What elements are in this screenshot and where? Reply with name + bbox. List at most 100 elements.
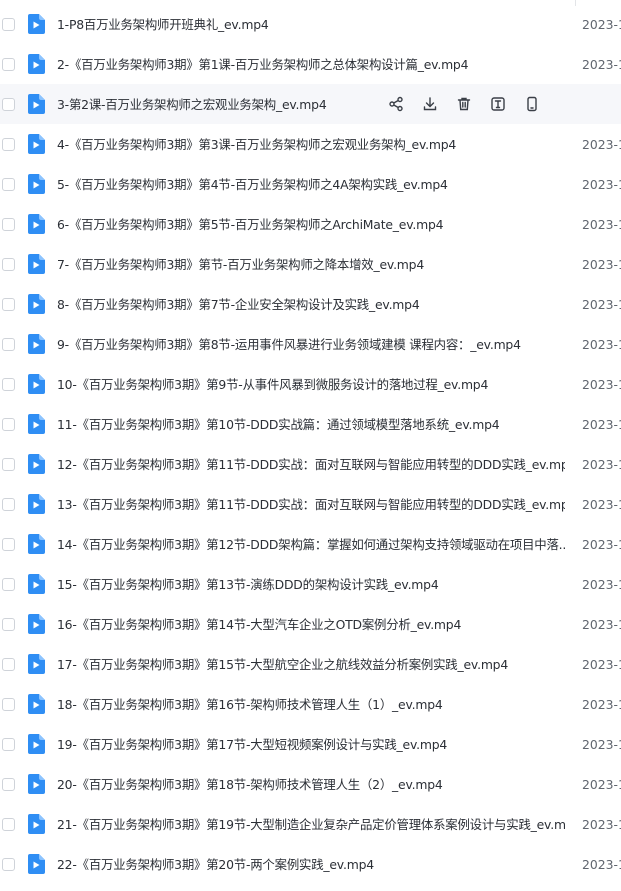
file-name[interactable]: 2-《百万业务架构师3期》第1课-百万业务架构师之总体架构设计篇_ev.mp4 — [57, 55, 565, 73]
file-date: 2023-1 — [582, 136, 621, 152]
file-name[interactable]: 7-《百万业务架构师3期》第节-百万业务架构师之降本增效_ev.mp4 — [57, 255, 565, 273]
file-row[interactable]: 12-《百万业务架构师3期》第11节-DDD实战：面对互联网与智能应用转型的DD… — [0, 444, 621, 484]
row-checkbox[interactable] — [2, 137, 15, 151]
file-name[interactable]: 13-《百万业务架构师3期》第11节-DDD实战：面对互联网与智能应用转型的DD… — [57, 495, 565, 513]
file-row[interactable]: 5-《百万业务架构师3期》第4节-百万业务架构师之4A架构实践_ev.mp4 2… — [0, 164, 621, 204]
file-date: 2023-1 — [582, 736, 621, 752]
file-date: 2023-1 — [582, 696, 621, 712]
row-checkbox[interactable] — [2, 257, 15, 271]
file-name[interactable]: 22-《百万业务架构师3期》第20节-两个案例实践_ev.mp4 — [57, 855, 565, 873]
file-date: 2023-1 — [582, 256, 621, 272]
file-row[interactable]: 2-《百万业务架构师3期》第1课-百万业务架构师之总体架构设计篇_ev.mp4 … — [0, 44, 621, 84]
row-checkbox[interactable] — [2, 817, 15, 831]
file-name[interactable]: 3-第2课-百万业务架构师之宏观业务架构_ev.mp4 — [57, 95, 377, 113]
delete-icon[interactable] — [455, 95, 473, 113]
file-name[interactable]: 14-《百万业务架构师3期》第12节-DDD架构篇：掌握如何通过架构支持领域驱动… — [57, 535, 565, 553]
file-name[interactable]: 9-《百万业务架构师3期》第8节-运用事件风暴进行业务领域建模 课程内容：_ev… — [57, 335, 565, 353]
row-checkbox[interactable] — [2, 577, 15, 591]
video-file-icon — [27, 294, 45, 314]
row-checkbox[interactable] — [2, 737, 15, 751]
share-icon[interactable] — [387, 95, 405, 113]
file-name[interactable]: 20-《百万业务架构师3期》第18节-架构师技术管理人生（2）_ev.mp4 — [57, 775, 565, 793]
video-file-icon — [27, 734, 45, 754]
video-file-icon — [27, 454, 45, 474]
row-checkbox[interactable] — [2, 457, 15, 471]
file-name[interactable]: 21-《百万业务架构师3期》第19节-大型制造企业复杂产品定价管理体系案例设计与… — [57, 815, 565, 833]
file-row[interactable]: 16-《百万业务架构师3期》第14节-大型汽车企业之OTD案例分析_ev.mp4… — [0, 604, 621, 644]
file-row[interactable]: 20-《百万业务架构师3期》第18节-架构师技术管理人生（2）_ev.mp4 2… — [0, 764, 621, 804]
file-row[interactable]: 1-P8百万业务架构师开班典礼_ev.mp4 2023-1 — [0, 4, 621, 44]
file-name[interactable]: 17-《百万业务架构师3期》第15节-大型航空企业之航线效益分析案例实践_ev.… — [57, 655, 565, 673]
file-name[interactable]: 15-《百万业务架构师3期》第13节-演练DDD的架构设计实践_ev.mp4 — [57, 575, 565, 593]
file-row[interactable]: 15-《百万业务架构师3期》第13节-演练DDD的架构设计实践_ev.mp4 2… — [0, 564, 621, 604]
file-name[interactable]: 16-《百万业务架构师3期》第14节-大型汽车企业之OTD案例分析_ev.mp4 — [57, 615, 565, 633]
file-date: 2023-1 — [582, 376, 621, 392]
file-date: 2023-1 — [582, 616, 621, 632]
file-name[interactable]: 1-P8百万业务架构师开班典礼_ev.mp4 — [57, 15, 565, 33]
row-actions — [387, 84, 557, 124]
file-name[interactable]: 4-《百万业务架构师3期》第3课-百万业务架构师之宏观业务架构_ev.mp4 — [57, 135, 565, 153]
video-file-icon — [27, 494, 45, 514]
file-date: 2023-1 — [582, 816, 621, 832]
file-row[interactable]: 8-《百万业务架构师3期》第7节-企业安全架构设计及实践_ev.mp4 2023… — [0, 284, 621, 324]
row-checkbox[interactable] — [2, 57, 15, 71]
video-file-icon — [27, 654, 45, 674]
file-row[interactable]: 11-《百万业务架构师3期》第10节-DDD实战篇：通过领域模型落地系统_ev.… — [0, 404, 621, 444]
row-checkbox[interactable] — [2, 97, 15, 111]
video-file-icon — [27, 614, 45, 634]
file-row[interactable]: 14-《百万业务架构师3期》第12节-DDD架构篇：掌握如何通过架构支持领域驱动… — [0, 524, 621, 564]
file-row[interactable]: 10-《百万业务架构师3期》第9节-从事件风暴到微服务设计的落地过程_ev.mp… — [0, 364, 621, 404]
row-checkbox[interactable] — [2, 377, 15, 391]
file-row[interactable]: 13-《百万业务架构师3期》第11节-DDD实战：面对互联网与智能应用转型的DD… — [0, 484, 621, 524]
file-name[interactable]: 18-《百万业务架构师3期》第16节-架构师技术管理人生（1）_ev.mp4 — [57, 695, 565, 713]
open-on-phone-icon[interactable] — [523, 95, 541, 113]
download-icon[interactable] — [421, 95, 439, 113]
file-name[interactable]: 11-《百万业务架构师3期》第10节-DDD实战篇：通过领域模型落地系统_ev.… — [57, 415, 565, 433]
file-name[interactable]: 8-《百万业务架构师3期》第7节-企业安全架构设计及实践_ev.mp4 — [57, 295, 565, 313]
video-file-icon — [27, 94, 45, 114]
file-date: 2023-1 — [582, 56, 621, 72]
row-checkbox[interactable] — [2, 857, 15, 871]
file-row[interactable]: 21-《百万业务架构师3期》第19节-大型制造企业复杂产品定价管理体系案例设计与… — [0, 804, 621, 844]
video-file-icon — [27, 134, 45, 154]
row-checkbox[interactable] — [2, 17, 15, 31]
file-date: 2023-1 — [582, 176, 621, 192]
file-name[interactable]: 12-《百万业务架构师3期》第11节-DDD实战：面对互联网与智能应用转型的DD… — [57, 455, 565, 473]
video-file-icon — [27, 174, 45, 194]
video-file-icon — [27, 54, 45, 74]
video-file-icon — [27, 414, 45, 434]
file-row[interactable]: 18-《百万业务架构师3期》第16节-架构师技术管理人生（1）_ev.mp4 2… — [0, 684, 621, 724]
row-checkbox[interactable] — [2, 217, 15, 231]
file-date: 2023-1 — [582, 576, 621, 592]
row-checkbox[interactable] — [2, 297, 15, 311]
file-row[interactable]: 9-《百万业务架构师3期》第8节-运用事件风暴进行业务领域建模 课程内容：_ev… — [0, 324, 621, 364]
row-checkbox[interactable] — [2, 497, 15, 511]
file-row[interactable]: 4-《百万业务架构师3期》第3课-百万业务架构师之宏观业务架构_ev.mp4 2… — [0, 124, 621, 164]
row-checkbox[interactable] — [2, 417, 15, 431]
rename-icon[interactable] — [489, 95, 507, 113]
file-name[interactable]: 10-《百万业务架构师3期》第9节-从事件风暴到微服务设计的落地过程_ev.mp… — [57, 375, 565, 393]
row-checkbox[interactable] — [2, 697, 15, 711]
row-checkbox[interactable] — [2, 777, 15, 791]
file-date: 2023-1 — [582, 16, 621, 32]
file-name[interactable]: 19-《百万业务架构师3期》第17节-大型短视频案例设计与实践_ev.mp4 — [57, 735, 565, 753]
file-row[interactable]: 7-《百万业务架构师3期》第节-百万业务架构师之降本增效_ev.mp4 2023… — [0, 244, 621, 284]
file-name[interactable]: 5-《百万业务架构师3期》第4节-百万业务架构师之4A架构实践_ev.mp4 — [57, 175, 565, 193]
file-row[interactable]: 6-《百万业务架构师3期》第5节-百万业务架构师之ArchiMate_ev.mp… — [0, 204, 621, 244]
row-checkbox[interactable] — [2, 177, 15, 191]
file-row[interactable]: 17-《百万业务架构师3期》第15节-大型航空企业之航线效益分析案例实践_ev.… — [0, 644, 621, 684]
file-name[interactable]: 6-《百万业务架构师3期》第5节-百万业务架构师之ArchiMate_ev.mp… — [57, 215, 565, 233]
video-file-icon — [27, 814, 45, 834]
file-date: 2023-1 — [582, 216, 621, 232]
row-checkbox[interactable] — [2, 537, 15, 551]
file-date: 2023-1 — [582, 776, 621, 792]
row-checkbox[interactable] — [2, 657, 15, 671]
file-list: 1-P8百万业务架构师开班典礼_ev.mp4 2023-1 2-《百万业务架构师… — [0, 0, 621, 891]
file-row-hovered[interactable]: 3-第2课-百万业务架构师之宏观业务架构_ev.mp4 — [0, 84, 621, 124]
file-row[interactable]: 19-《百万业务架构师3期》第17节-大型短视频案例设计与实践_ev.mp4 2… — [0, 724, 621, 764]
row-checkbox[interactable] — [2, 337, 15, 351]
file-row[interactable]: 22-《百万业务架构师3期》第20节-两个案例实践_ev.mp4 2023-1 — [0, 844, 621, 884]
row-checkbox[interactable] — [2, 617, 15, 631]
video-file-icon — [27, 14, 45, 34]
video-file-icon — [27, 334, 45, 354]
